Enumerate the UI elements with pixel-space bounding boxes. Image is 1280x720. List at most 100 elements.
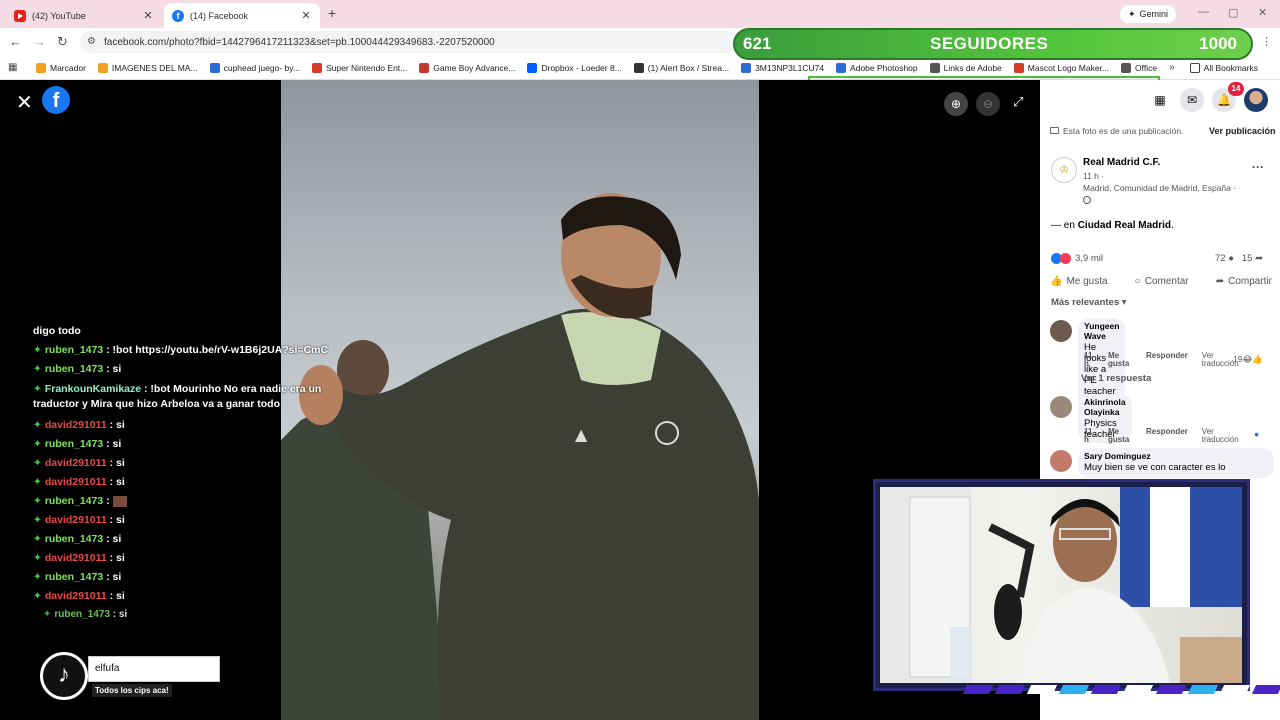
avatar[interactable] — [1050, 396, 1072, 418]
chat-message: ✦ ruben_1473 : — [33, 495, 353, 507]
back-icon[interactable]: ← — [9, 34, 22, 49]
tab-youtube[interactable]: (42) YouTube ✕ — [6, 3, 162, 28]
comment-reply-button[interactable]: Responder — [1146, 428, 1188, 444]
site-info-icon[interactable]: ⚙ — [87, 36, 96, 47]
bookmark-label: IMAGENES DEL MA... — [111, 62, 198, 73]
close-tab-icon[interactable]: ✕ — [300, 9, 312, 22]
all-bookmarks-folder[interactable]: All Bookmarks — [1189, 62, 1258, 73]
badge-icon: ✦ — [33, 344, 42, 356]
bookmark-item[interactable]: IMAGENES DEL MA... — [97, 62, 198, 73]
bookmark-item[interactable]: Marcador — [36, 62, 86, 73]
comment-reaction[interactable]: 19😂👍 — [1233, 354, 1263, 365]
chat-text: : si — [106, 552, 125, 564]
comment-time[interactable]: 11 h — [1084, 428, 1094, 444]
translate-button[interactable]: Ver traducción — [1202, 428, 1246, 444]
fullscreen-icon[interactable]: ⤢ — [1013, 94, 1023, 110]
maximize-button[interactable]: ▢ — [1228, 6, 1238, 19]
bookmark-item[interactable]: Links de Adobe — [929, 62, 1002, 73]
comment-author[interactable]: Sary Dominguez — [1084, 451, 1268, 461]
badge-icon: ✦ — [43, 609, 52, 620]
comment-author[interactable]: Yungeen Wave — [1084, 321, 1119, 341]
gemini-label: Gemini — [1139, 9, 1169, 19]
bookmark-item[interactable]: Super Nintendo Ent... — [311, 62, 408, 73]
avatar[interactable] — [1244, 88, 1268, 112]
apps-grid-icon[interactable]: ▦ — [8, 62, 18, 73]
bookmark-item[interactable]: Mascot Logo Maker... — [1013, 62, 1109, 73]
like-button[interactable]: 👍 Me gusta — [1050, 272, 1108, 290]
checkin-prefix: — en — [1051, 220, 1078, 231]
page-avatar[interactable]: ♔ — [1051, 157, 1077, 183]
page-name[interactable]: Real Madrid C.F. — [1083, 157, 1160, 168]
close-tab-icon[interactable]: ✕ — [142, 9, 154, 22]
comment-author[interactable]: Akinrinola Olayinka — [1084, 397, 1126, 417]
bookmark-item[interactable]: Office — [1121, 62, 1157, 73]
tiktok-username: elfufa — [88, 656, 220, 682]
minimize-button[interactable]: — — [1198, 6, 1209, 18]
chat-user: david291011 — [44, 476, 107, 488]
facebook-logo[interactable]: f — [42, 86, 70, 114]
bookmark-item[interactable]: 3M13NP3L1CU74 — [741, 62, 824, 73]
comment-time[interactable]: 11 h — [1084, 352, 1094, 368]
bookmark-item[interactable]: cuphead juego- by... — [209, 62, 300, 73]
comment-reply-button[interactable]: Responder — [1146, 352, 1188, 368]
badge-icon: ✦ — [33, 419, 42, 431]
avatar[interactable] — [1050, 320, 1072, 342]
tab-facebook[interactable]: f (14) Facebook ✕ — [164, 3, 320, 28]
share-label: Compartir — [1228, 275, 1272, 287]
new-tab-button[interactable]: + — [328, 5, 336, 21]
badge-icon: ✦ — [33, 363, 42, 375]
chat-text: digo todo — [33, 325, 81, 337]
like-reaction-icon[interactable]: ● — [1254, 429, 1259, 439]
comment-button[interactable]: ○ Comentar — [1135, 272, 1189, 290]
bookmark-label: Super Nintendo Ent... — [325, 62, 408, 73]
reload-icon[interactable]: ↻ — [57, 34, 68, 50]
chat-user: ruben_1473 — [44, 533, 104, 545]
gemini-button[interactable]: ✦ Gemini — [1120, 5, 1177, 23]
bookmark-item[interactable]: Adobe Photoshop — [836, 62, 918, 73]
sort-comments-dropdown[interactable]: Más relevantes ▾ — [1051, 297, 1127, 308]
emote-icon — [112, 495, 127, 507]
view-replies-link[interactable]: Ver 1 respuesta — [1081, 373, 1151, 384]
bookmark-label: Dropbox - Loeder 8... — [541, 62, 622, 73]
bookmark-item[interactable]: Game Boy Advance... — [419, 62, 515, 73]
bookmark-item[interactable]: Dropbox - Loeder 8... — [527, 62, 622, 73]
thumbs-up-icon: 👍 — [1050, 275, 1063, 287]
follower-label: SEGUIDORES — [930, 34, 1049, 53]
post-time[interactable]: 11 h · — [1083, 171, 1104, 181]
comment-like-button[interactable]: Me gusta — [1108, 352, 1132, 368]
address-bar[interactable]: ⚙ facebook.com/photo?fbid=14427964172113… — [80, 31, 740, 53]
follower-count: 621 — [743, 34, 772, 53]
chat-message: ✦ david291011 : si — [33, 590, 353, 602]
photo-icon — [1050, 127, 1059, 134]
more-bookmarks-button[interactable]: » — [1169, 62, 1175, 73]
stream-chat: digo todo ✦ ruben_1473 : !bot https://you… — [33, 325, 353, 627]
view-post-link[interactable]: Ver publicación — [1209, 126, 1276, 136]
badge-icon: ✦ — [33, 476, 42, 488]
menu-kebab-icon[interactable]: ⋮ — [1261, 35, 1272, 48]
zoom-in-button[interactable]: ⊕ — [944, 92, 968, 116]
tiktok-icon: ♪ — [40, 652, 88, 700]
messenger-icon[interactable]: ✉ — [1180, 88, 1204, 112]
close-viewer-button[interactable]: ✕ — [16, 90, 33, 115]
chat-text: : si — [106, 514, 125, 526]
avatar[interactable] — [1050, 450, 1072, 472]
chat-message: ✦ david291011 : si — [33, 552, 353, 564]
more-options-icon[interactable]: ··· — [1252, 160, 1264, 174]
chat-user: ruben_1473 — [44, 438, 104, 450]
chat-user: david291011 — [44, 590, 107, 602]
checkin-place[interactable]: Ciudad Real Madrid — [1078, 220, 1171, 231]
bookmark-item[interactable]: (1) Alert Box / Strea... — [633, 62, 729, 73]
comments-count[interactable]: 72 — [1215, 253, 1226, 264]
window-close-button[interactable]: ✕ — [1258, 6, 1267, 19]
shares-count[interactable]: 15 — [1242, 253, 1253, 264]
zoom-out-button[interactable]: ⊖ — [976, 92, 1000, 116]
notification-badge: 14 — [1228, 82, 1244, 96]
share-button[interactable]: ➦ Compartir — [1216, 272, 1272, 290]
badge-icon: ✦ — [33, 552, 42, 564]
reaction-summary[interactable]: 3,9 mil — [1051, 253, 1103, 264]
menu-grid-icon[interactable]: ▦ — [1148, 88, 1172, 112]
forward-icon[interactable]: → — [33, 34, 46, 49]
bookmark-icon — [311, 62, 322, 73]
comment-like-button[interactable]: Me gusta — [1108, 428, 1132, 444]
folder-icon — [1189, 62, 1200, 73]
